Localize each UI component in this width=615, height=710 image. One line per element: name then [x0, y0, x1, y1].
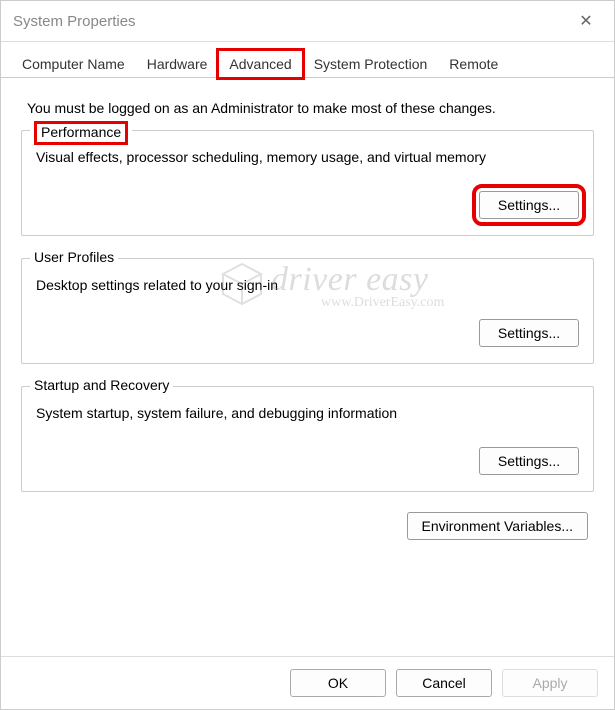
tab-hardware[interactable]: Hardware — [136, 50, 219, 77]
startup-recovery-settings-button[interactable]: Settings... — [479, 447, 579, 475]
env-variables-row: Environment Variables... — [21, 512, 594, 540]
close-icon: ✕ — [579, 11, 592, 31]
tab-strip: Computer Name Hardware Advanced System P… — [1, 42, 614, 78]
startup-recovery-group: Startup and Recovery System startup, sys… — [21, 386, 594, 492]
tab-computer-name[interactable]: Computer Name — [11, 50, 136, 77]
system-properties-window: System Properties ✕ Computer Name Hardwa… — [0, 0, 615, 710]
ok-button[interactable]: OK — [290, 669, 386, 697]
cancel-button[interactable]: Cancel — [396, 669, 492, 697]
performance-desc: Visual effects, processor scheduling, me… — [36, 149, 579, 165]
close-button[interactable]: ✕ — [566, 7, 606, 35]
apply-button: Apply — [502, 669, 598, 697]
user-profiles-desc: Desktop settings related to your sign-in — [36, 277, 579, 293]
tab-content-advanced: You must be logged on as an Administrato… — [1, 78, 614, 550]
window-title: System Properties — [13, 13, 136, 30]
titlebar: System Properties ✕ — [1, 1, 614, 42]
performance-group: Performance Visual effects, processor sc… — [21, 130, 594, 236]
startup-recovery-desc: System startup, system failure, and debu… — [36, 405, 579, 421]
performance-legend: Performance — [30, 121, 132, 145]
tab-remote[interactable]: Remote — [438, 50, 509, 77]
performance-settings-button[interactable]: Settings... — [479, 191, 579, 219]
tab-system-protection[interactable]: System Protection — [303, 50, 439, 77]
user-profiles-settings-button[interactable]: Settings... — [479, 319, 579, 347]
dialog-footer: OK Cancel Apply — [1, 656, 614, 709]
user-profiles-group: User Profiles Desktop settings related t… — [21, 258, 594, 364]
user-profiles-legend: User Profiles — [30, 249, 118, 265]
tab-advanced[interactable]: Advanced — [218, 50, 302, 78]
startup-recovery-legend: Startup and Recovery — [30, 377, 173, 393]
environment-variables-button[interactable]: Environment Variables... — [407, 512, 588, 540]
admin-notice: You must be logged on as an Administrato… — [27, 100, 588, 116]
